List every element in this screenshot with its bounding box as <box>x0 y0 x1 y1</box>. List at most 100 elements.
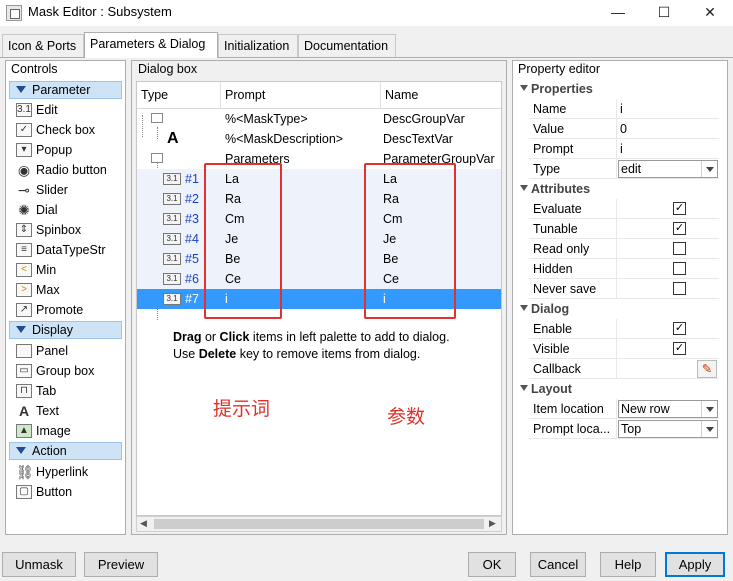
never-save-checkbox[interactable] <box>673 282 686 295</box>
prop-row-visible[interactable]: Visible ✓ <box>529 339 719 359</box>
tab-icon-ports[interactable]: Icon & Ports <box>2 34 84 57</box>
help-button[interactable]: Help <box>600 552 656 577</box>
controls-palette: Controls Parameter 3.1 Edit ✓ Check box ▾ P… <box>5 60 126 535</box>
control-button[interactable]: ▢ Button <box>14 482 72 502</box>
column-header-name[interactable]: Name <box>381 82 501 109</box>
collapse-triangle-icon <box>16 447 26 454</box>
preview-button[interactable]: Preview <box>84 552 158 577</box>
control-panel[interactable]: Panel <box>14 341 68 361</box>
edit-field-icon: 3.1 <box>163 253 181 265</box>
item-location-select[interactable]: New row <box>618 400 718 418</box>
evaluate-checkbox[interactable]: ✓ <box>673 202 686 215</box>
control-image[interactable]: ▲ Image <box>14 421 71 441</box>
prop-row-evaluate[interactable]: Evaluate ✓ <box>529 199 719 219</box>
prop-row-prompt[interactable]: Prompt i <box>529 139 719 159</box>
control-popup[interactable]: ▾ Popup <box>14 140 72 160</box>
section-layout[interactable]: Layout <box>517 379 572 399</box>
scrollbar-thumb[interactable] <box>154 519 484 529</box>
prop-row-never-save[interactable]: Never save <box>529 279 719 299</box>
edit-field-icon: 3.1 <box>16 103 32 117</box>
prop-row-item-location[interactable]: Item location New row <box>529 399 719 419</box>
control-hyperlink[interactable]: ⛓ Hyperlink <box>14 462 88 482</box>
minimize-button[interactable]: — <box>595 0 641 26</box>
apply-button[interactable]: Apply <box>665 552 725 577</box>
property-editor-title: Property editor <box>518 62 600 76</box>
controls-title: Controls <box>11 62 58 76</box>
promote-icon: ↗ <box>16 303 32 317</box>
control-min[interactable]: < Min <box>14 260 56 280</box>
unmask-button[interactable]: Unmask <box>2 552 76 577</box>
control-dial[interactable]: ✺ Dial <box>14 200 57 220</box>
read-only-checkbox[interactable] <box>673 242 686 255</box>
max-icon: > <box>16 283 32 297</box>
close-button[interactable]: ✕ <box>687 0 733 26</box>
control-text[interactable]: A Text <box>14 401 59 421</box>
prop-row-value[interactable]: Value 0 <box>529 119 719 139</box>
group-box-icon <box>151 113 163 123</box>
ok-button[interactable]: OK <box>468 552 516 577</box>
type-select[interactable]: edit <box>618 160 718 178</box>
control-spinbox[interactable]: ⇕ Spinbox <box>14 220 81 240</box>
prompt-value[interactable]: i <box>618 139 718 159</box>
popup-icon: ▾ <box>16 143 32 157</box>
control-datatypestr[interactable]: ≡ DataTypeStr <box>14 240 105 260</box>
section-attributes[interactable]: Attributes <box>517 179 590 199</box>
cancel-button[interactable]: Cancel <box>530 552 586 577</box>
prop-row-read-only[interactable]: Read only <box>529 239 719 259</box>
category-display[interactable]: Display <box>9 321 122 339</box>
section-properties[interactable]: Properties <box>517 79 593 99</box>
image-icon: ▲ <box>16 424 32 438</box>
tunable-checkbox[interactable]: ✓ <box>673 222 686 235</box>
checkbox-icon: ✓ <box>16 123 32 137</box>
tab-parameters-dialog[interactable]: Parameters & Dialog <box>84 32 218 58</box>
control-tab[interactable]: ⊓ Tab <box>14 381 56 401</box>
tab-initialization[interactable]: Initialization <box>218 34 298 57</box>
chevron-down-icon[interactable] <box>701 421 717 437</box>
prop-row-hidden[interactable]: Hidden <box>529 259 719 279</box>
pencil-icon[interactable]: ✎ <box>697 360 717 378</box>
column-header-type[interactable]: Type <box>137 82 221 109</box>
prop-row-type[interactable]: Type edit <box>529 159 719 179</box>
dialog-row-desc-text[interactable]: A %<MaskDescription> DescTextVar <box>137 129 501 149</box>
control-max[interactable]: > Max <box>14 280 60 300</box>
prop-row-tunable[interactable]: Tunable ✓ <box>529 219 719 239</box>
edit-field-icon: 3.1 <box>163 293 181 305</box>
maximize-button[interactable]: ☐ <box>641 0 687 26</box>
name-value[interactable]: i <box>618 99 718 119</box>
visible-checkbox[interactable]: ✓ <box>673 342 686 355</box>
prompt-location-select[interactable]: Top <box>618 420 718 438</box>
edit-field-icon: 3.1 <box>163 173 181 185</box>
tab-documentation[interactable]: Documentation <box>298 34 396 57</box>
section-dialog[interactable]: Dialog <box>517 299 569 319</box>
prop-row-name[interactable]: Name i <box>529 99 719 119</box>
chevron-down-icon[interactable] <box>701 161 717 177</box>
control-check-box[interactable]: ✓ Check box <box>14 120 95 140</box>
control-group-box[interactable]: ▭ Group box <box>14 361 94 381</box>
collapse-triangle-icon <box>520 385 528 391</box>
chevron-down-icon[interactable] <box>701 401 717 417</box>
prop-row-callback[interactable]: Callback ✎ <box>529 359 719 379</box>
prop-row-prompt-location[interactable]: Prompt loca... Top <box>529 419 719 439</box>
value-value[interactable]: 0 <box>618 119 718 139</box>
category-parameter[interactable]: Parameter <box>9 81 122 99</box>
column-header-prompt[interactable]: Prompt <box>221 82 381 109</box>
scroll-right-icon[interactable]: ▶ <box>489 518 496 529</box>
control-promote[interactable]: ↗ Promote <box>14 300 83 320</box>
category-action[interactable]: Action <box>9 442 122 460</box>
control-edit[interactable]: 3.1 Edit <box>14 100 58 120</box>
spinbox-icon: ⇕ <box>16 223 32 237</box>
dialog-tree-grid: Type Prompt Name %<MaskType> DescGroupVa… <box>136 81 502 516</box>
control-radio-button[interactable]: ◉ Radio button <box>14 160 107 180</box>
hidden-checkbox[interactable] <box>673 262 686 275</box>
slider-icon: ⊸ <box>18 182 30 198</box>
scroll-left-icon[interactable]: ◀ <box>140 518 147 529</box>
prop-row-enable[interactable]: Enable ✓ <box>529 319 719 339</box>
enable-checkbox[interactable]: ✓ <box>673 322 686 335</box>
title-bar: Mask Editor : Subsystem — ☐ ✕ <box>0 0 733 26</box>
dialog-row-desc-group[interactable]: %<MaskType> DescGroupVar <box>137 109 501 129</box>
collapse-triangle-icon <box>520 185 528 191</box>
control-slider[interactable]: ⊸ Slider <box>14 180 68 200</box>
property-editor: Property editor Properties Name i Value … <box>512 60 728 535</box>
edit-field-icon: 3.1 <box>163 233 181 245</box>
horizontal-scrollbar[interactable]: ◀ ▶ <box>136 516 502 532</box>
